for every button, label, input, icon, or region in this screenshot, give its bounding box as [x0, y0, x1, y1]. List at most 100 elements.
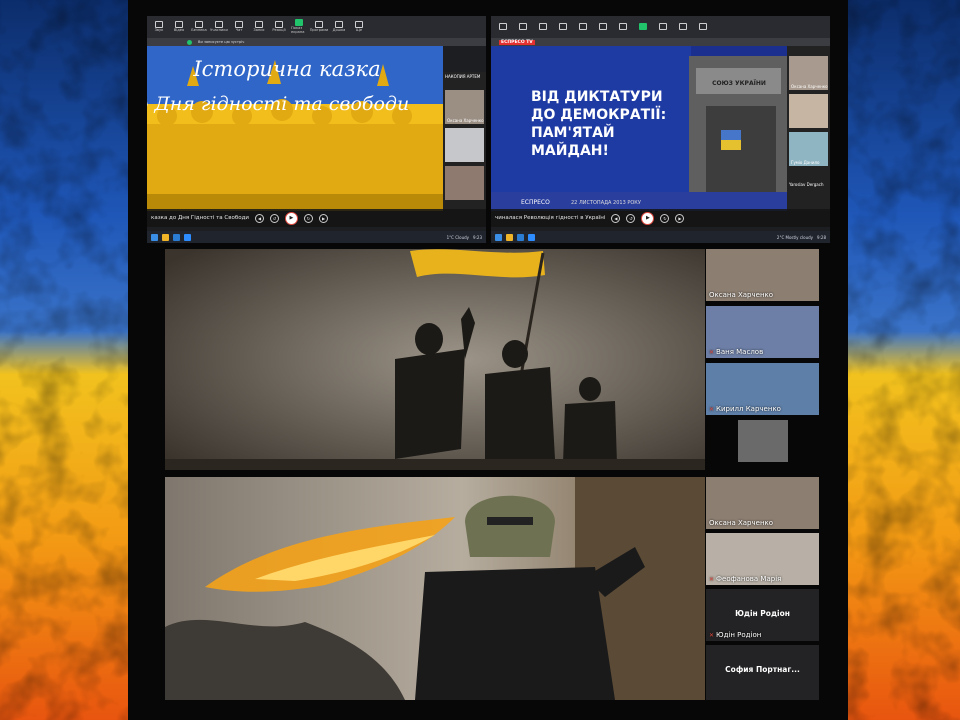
- participants-panel: НАКОПИЯ АРТЕМ Оксана Харченко: [443, 72, 486, 210]
- record-button[interactable]: Запис: [251, 21, 267, 33]
- ticker-logo: ЕСПРЕСО: [521, 199, 550, 206]
- toolbar-label: Реакції: [272, 28, 286, 33]
- toolbar-label: Звук: [154, 28, 164, 33]
- toolbar-label: Дошка: [332, 28, 346, 33]
- play-button[interactable]: ▶: [641, 211, 655, 225]
- headline-line4: МАЙДАН!: [531, 142, 609, 159]
- participant-tile[interactable]: ✕ Феофанова Марія: [706, 533, 819, 585]
- channel-logo: ЕСПРЕСО TV: [499, 39, 535, 45]
- share-screen-button[interactable]: [635, 23, 651, 31]
- explorer-icon[interactable]: [162, 233, 169, 241]
- participant-thumb[interactable]: [445, 128, 484, 162]
- play-button[interactable]: ▶: [284, 211, 298, 225]
- whiteboard-button[interactable]: Дошка: [331, 21, 347, 33]
- slide-title-line1: Історична казка: [192, 57, 380, 81]
- video-button[interactable]: Відео: [171, 21, 187, 33]
- participant-name: Оксана Харченко: [709, 291, 774, 299]
- participant-tile[interactable]: Оксана Харченко: [706, 477, 819, 529]
- headline-line2: ДО ДЕМОКРАТІЇ:: [531, 106, 666, 123]
- security-button[interactable]: Безпека: [191, 21, 207, 33]
- record-dot-icon: [187, 39, 192, 45]
- mic-muted-icon: ✕: [709, 632, 715, 639]
- zoom-app-icon[interactable]: [184, 233, 191, 241]
- participant-tile[interactable]: Юдін Родіон ✕ Юдін Родіон: [706, 589, 819, 641]
- reactions-button[interactable]: Реакції: [271, 21, 287, 33]
- participant-name: Оксана Харченко: [709, 519, 774, 527]
- forward-icon[interactable]: ↻: [660, 213, 670, 223]
- windows-taskbar: 1°C Cloudy 9:23: [147, 231, 486, 243]
- video-frame-flag: [165, 249, 705, 470]
- prev-icon[interactable]: ◀: [254, 213, 264, 223]
- shared-slide: Історична казка до Дня гідності та свобо…: [147, 46, 443, 211]
- zoom-window-right: ЕСПРЕСО TV СОЮЗ УКРАЇНИ ВІД ДИКТАТУРИ ДО…: [491, 16, 830, 243]
- participant-tile[interactable]: ✕ Кирилл Карченко: [706, 363, 819, 415]
- more-button[interactable]: [695, 23, 711, 31]
- share-screen-button[interactable]: Показ екрана: [291, 19, 307, 34]
- next-icon[interactable]: ▶: [675, 213, 685, 223]
- edge-icon[interactable]: [173, 233, 180, 241]
- participants-button[interactable]: [555, 23, 571, 31]
- prev-icon[interactable]: ◀: [611, 213, 621, 223]
- participant-thumb[interactable]: Оксана Харченко: [445, 90, 484, 124]
- chat-button[interactable]: Чат: [231, 21, 247, 33]
- participant-tile[interactable]: София Портнаг...: [706, 645, 819, 700]
- zoom-window-left: Звук Відео Безпека Учасники Чат Запис Ре…: [147, 16, 486, 243]
- toolbar-label: Програми: [309, 28, 329, 33]
- media-controls: казка до Дня Гідності та Свободи ◀ ↺ ▶ ↻…: [147, 209, 486, 227]
- media-controls: чиналася Революція гідності в Україні ◀ …: [491, 209, 830, 227]
- participants-button[interactable]: Учасники: [210, 21, 228, 33]
- participant-tile[interactable]: Оксана Харченко: [706, 249, 819, 301]
- participant-name-large: Юдін Родіон: [735, 609, 790, 618]
- participant-thumb[interactable]: Оксана Харченко: [789, 56, 828, 90]
- mute-button[interactable]: [495, 23, 511, 31]
- participant-thumb[interactable]: [789, 94, 828, 128]
- zoom-app-icon[interactable]: [528, 233, 535, 241]
- more-button[interactable]: Ще: [351, 21, 367, 33]
- participant-name: ✕ Ваня Маслов: [709, 348, 764, 356]
- toolbar-label: Учасники: [210, 28, 228, 33]
- chat-button[interactable]: [575, 23, 591, 31]
- participant-name: ✕ Юдін Родіон: [709, 631, 762, 639]
- toolbar-label: Ще: [355, 28, 363, 33]
- taskbar-clock: 9:23: [473, 234, 482, 240]
- mic-muted-icon: ✕: [709, 349, 715, 356]
- security-button[interactable]: [535, 23, 551, 31]
- apps-button[interactable]: [655, 23, 671, 31]
- panel-title: НАКОПИЯ АРТЕМ: [445, 74, 481, 79]
- windows-start-icon[interactable]: [495, 233, 502, 241]
- participant-name: ✕ Кирилл Карченко: [709, 405, 781, 413]
- windows-start-icon[interactable]: [151, 233, 158, 241]
- shared-video: СОЮЗ УКРАЇНИ ВІД ДИКТАТУРИ ДО ДЕМОКРАТІЇ…: [491, 46, 787, 211]
- whiteboard-button[interactable]: [675, 23, 691, 31]
- participant-thumb[interactable]: [445, 166, 484, 200]
- next-icon[interactable]: ▶: [318, 213, 328, 223]
- weather-widget: 2°C Mostly cloudy: [776, 234, 814, 240]
- headline-line3: ПАМ'ЯТАЙ: [531, 124, 615, 141]
- rewind-icon[interactable]: ↺: [626, 213, 636, 223]
- participant-tile[interactable]: [738, 420, 788, 462]
- video-frame-fire: [165, 477, 705, 700]
- gallery-strip-2: Оксана Харченко ✕ Феофанова Марія Юдін Ро…: [706, 477, 819, 700]
- participant-thumb[interactable]: Гуміо Данило: [789, 132, 828, 166]
- explorer-icon[interactable]: [506, 233, 513, 241]
- media-title: казка до Дня Гідності та Свободи: [151, 215, 249, 221]
- toolbar-label: Запис: [253, 28, 265, 33]
- mute-button[interactable]: Звук: [151, 21, 167, 33]
- toolbar-label: Чат: [235, 28, 243, 33]
- reactions-button[interactable]: [615, 23, 631, 31]
- edge-icon[interactable]: [517, 233, 524, 241]
- rewind-icon[interactable]: ↺: [269, 213, 279, 223]
- record-button[interactable]: [595, 23, 611, 31]
- mic-muted-icon: ✕: [709, 406, 715, 413]
- windows-taskbar: 2°C Mostly cloudy 9:28: [491, 231, 830, 243]
- participant-name-large: София Портнаг...: [725, 665, 800, 674]
- apps-button[interactable]: Програми: [309, 21, 329, 33]
- toolbar-label: Показ екрана: [291, 26, 305, 34]
- forward-icon[interactable]: ↻: [303, 213, 313, 223]
- gallery-strip-1: Оксана Харченко ✕ Ваня Маслов ✕ Кирилл Кар…: [706, 249, 819, 470]
- toolbar-label: Безпека: [191, 28, 207, 33]
- mic-muted-icon: ✕: [709, 576, 715, 583]
- video-button[interactable]: [515, 23, 531, 31]
- ticker-date: 22 ЛИСТОПАДА 2013 РОКУ: [571, 200, 641, 206]
- participant-tile[interactable]: ✕ Ваня Маслов: [706, 306, 819, 358]
